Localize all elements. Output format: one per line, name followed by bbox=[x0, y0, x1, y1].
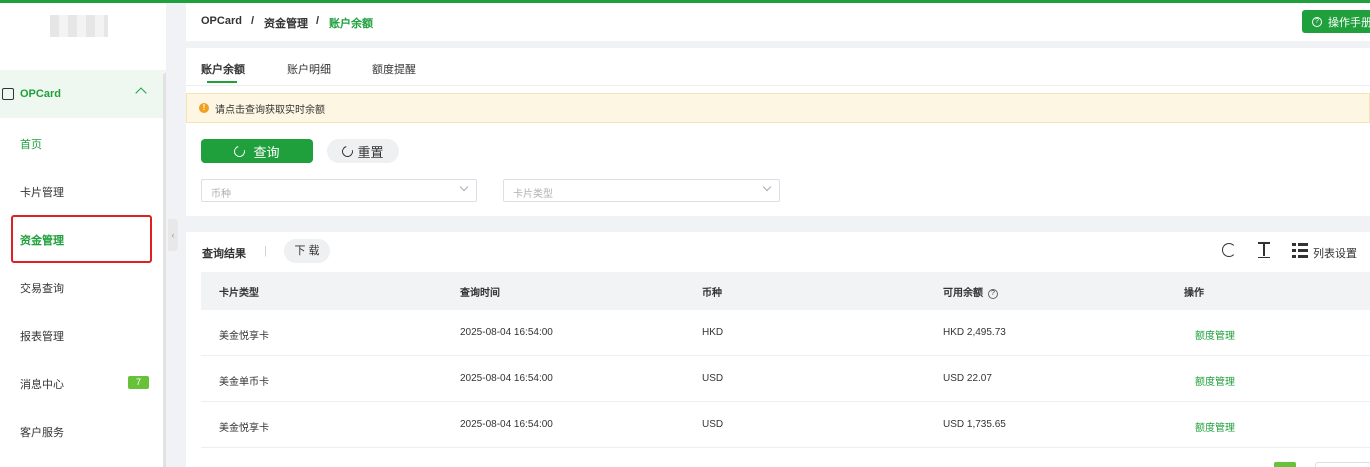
table-cell: USD bbox=[702, 373, 724, 384]
info-alert: ! 请点击查询获取实时余额 bbox=[186, 93, 1370, 123]
card-type-select[interactable]: 卡片类型 bbox=[503, 179, 780, 202]
chevron-down-icon bbox=[459, 182, 469, 192]
table-row: 美金悦享卡 2025-08-04 16:54:00 HKD HKD 2,495.… bbox=[201, 310, 1370, 356]
card-type-placeholder: 卡片类型 bbox=[513, 189, 553, 200]
breadcrumb-root[interactable]: OPCard bbox=[201, 15, 242, 27]
table-cell: 2025-08-04 16:54:00 bbox=[460, 419, 553, 430]
sidebar-item-reports[interactable]: 报表管理 bbox=[20, 328, 64, 344]
breadcrumb-current: 账户余额 bbox=[329, 18, 373, 30]
manual-button-label: 操作手册 bbox=[1328, 16, 1370, 29]
chevron-up-icon[interactable] bbox=[135, 87, 147, 99]
results-title: 查询结果 bbox=[202, 248, 246, 260]
column-header: 卡片类型 bbox=[219, 288, 259, 299]
limit-manage-link[interactable]: 额度管理 bbox=[1195, 373, 1235, 388]
sidebar-group-opcard[interactable]: OPCard bbox=[0, 70, 166, 118]
chevron-down-icon bbox=[762, 182, 772, 192]
query-button-label: 查询 bbox=[253, 144, 280, 160]
tab-limit-alert[interactable]: 额度提醒 bbox=[372, 61, 416, 77]
currency-placeholder: 币种 bbox=[211, 189, 231, 200]
tab-active-indicator bbox=[207, 81, 237, 83]
results-panel: 查询结果 | 下 载 列表设置 卡片类型 查询时间 币种 可用余额? 操作 美金… bbox=[186, 232, 1370, 467]
column-settings-label[interactable]: 列表设置 bbox=[1313, 245, 1357, 261]
pager-size-select[interactable] bbox=[1315, 462, 1370, 467]
sidebar-item-messages[interactable]: 消息中心 bbox=[20, 376, 64, 392]
column-header: 查询时间 bbox=[460, 288, 500, 299]
message-count-badge: 7 bbox=[128, 376, 149, 389]
tabs-divider bbox=[186, 85, 1370, 86]
table-row: 美金单币卡 2025-08-04 16:54:00 USD USD 22.07 … bbox=[201, 356, 1370, 402]
refresh-icon[interactable] bbox=[1222, 243, 1236, 257]
row-height-icon[interactable] bbox=[1258, 242, 1270, 258]
breadcrumb: OPCard / 资金管理 / 账户余额 ? 操作手册 bbox=[186, 3, 1370, 41]
table-cell: 2025-08-04 16:54:00 bbox=[460, 373, 553, 384]
sidebar-item-home[interactable]: 首页 bbox=[20, 136, 42, 152]
table-row: 美金悦享卡 2025-08-04 16:54:00 USD USD 1,735.… bbox=[201, 402, 1370, 448]
limit-manage-link[interactable]: 额度管理 bbox=[1195, 327, 1235, 342]
table-cell: HKD bbox=[702, 327, 724, 338]
tab-balance[interactable]: 账户余额 bbox=[201, 61, 245, 77]
tab-details[interactable]: 账户明细 bbox=[287, 61, 331, 77]
sidebar-item-cards[interactable]: 卡片管理 bbox=[20, 184, 64, 200]
sidebar-group-label: OPCard bbox=[20, 88, 61, 100]
table-cell: 2025-08-04 16:54:00 bbox=[460, 327, 553, 338]
logo bbox=[50, 15, 108, 37]
results-divider: | bbox=[264, 245, 267, 257]
manual-button[interactable]: ? 操作手册 bbox=[1302, 10, 1370, 33]
sidebar-scrollbar[interactable] bbox=[163, 73, 166, 467]
pager-current-page[interactable] bbox=[1274, 462, 1296, 467]
table-header: 卡片类型 查询时间 币种 可用余额? 操作 bbox=[201, 272, 1370, 310]
column-header: 币种 bbox=[702, 288, 722, 299]
table-cell: 美金悦享卡 bbox=[219, 423, 269, 434]
limit-manage-link[interactable]: 额度管理 bbox=[1195, 419, 1235, 434]
reset-button-label: 重置 bbox=[357, 144, 384, 160]
table-cell: HKD 2,495.73 bbox=[943, 327, 1006, 338]
currency-select[interactable]: 币种 bbox=[201, 179, 477, 202]
query-button[interactable]: 查询 bbox=[201, 139, 313, 163]
sidebar-item-service[interactable]: 客户服务 bbox=[20, 424, 64, 440]
column-header: 可用余额 bbox=[943, 288, 983, 299]
reset-button[interactable]: 重置 bbox=[327, 139, 399, 163]
breadcrumb-separator: / bbox=[316, 15, 320, 27]
alert-text: 请点击查询获取实时余额 bbox=[215, 104, 325, 116]
breadcrumb-separator: / bbox=[251, 15, 255, 27]
table-cell: 美金单币卡 bbox=[219, 377, 269, 388]
table-cell: USD 1,735.65 bbox=[943, 419, 1006, 430]
card-icon bbox=[2, 88, 14, 100]
highlight-annotation bbox=[11, 215, 152, 263]
help-icon: ? bbox=[1312, 16, 1322, 27]
reset-icon bbox=[340, 143, 356, 159]
column-header-balance: 可用余额? bbox=[943, 284, 998, 299]
breadcrumb-parent[interactable]: 资金管理 bbox=[264, 15, 308, 31]
warning-icon: ! bbox=[199, 103, 209, 113]
help-icon[interactable]: ? bbox=[988, 289, 998, 299]
refresh-icon bbox=[232, 143, 248, 159]
sidebar-item-transactions[interactable]: 交易查询 bbox=[20, 280, 64, 296]
column-settings-icon[interactable] bbox=[1292, 242, 1308, 258]
table-cell: USD 22.07 bbox=[943, 373, 992, 384]
table-cell: 美金悦享卡 bbox=[219, 331, 269, 342]
column-header: 操作 bbox=[1184, 288, 1204, 299]
table-cell: USD bbox=[702, 419, 724, 430]
filter-panel: 账户余额 账户明细 额度提醒 ! 请点击查询获取实时余额 查询 重置 币种 卡片… bbox=[186, 48, 1370, 216]
download-button[interactable]: 下 载 bbox=[284, 239, 330, 263]
sidebar-collapse-handle[interactable]: ‹ bbox=[168, 219, 178, 251]
